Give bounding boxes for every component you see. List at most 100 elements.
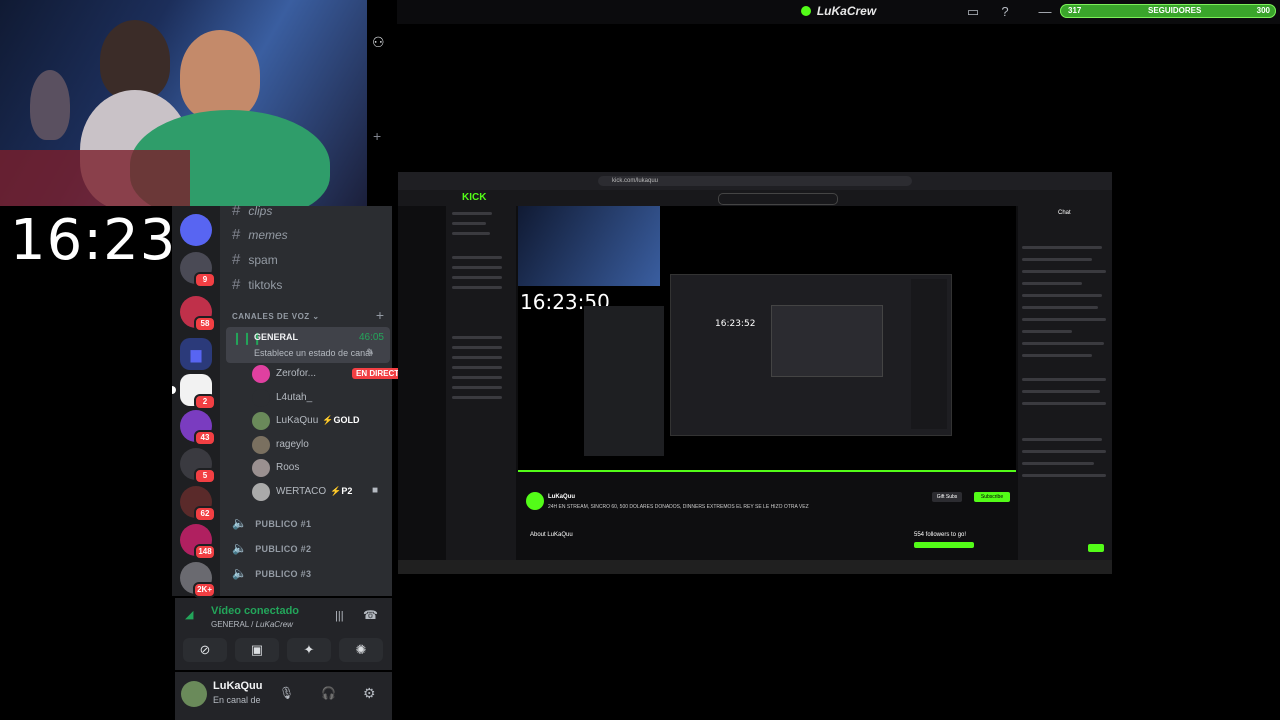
gold-badge: ⚡GOLD (322, 415, 360, 425)
voice-location[interactable]: GENERAL / LuKaCrew (211, 620, 293, 629)
voice-channel-publico-3[interactable]: 🔈 PUBLICO #3 (232, 566, 311, 580)
chat-line (1022, 402, 1106, 405)
soundboard-button[interactable]: ✺ (339, 638, 383, 662)
gift-subs-button[interactable]: Gift Subs (932, 492, 962, 502)
server-badge: 5 (194, 468, 216, 484)
kick-logo: KICK (462, 192, 487, 203)
nested-discord (584, 306, 664, 456)
sidebar-line (452, 396, 502, 399)
sidebar-line (452, 376, 502, 379)
soundboard-icon[interactable]: ||| (335, 610, 344, 622)
sidebar-line (452, 276, 502, 279)
avatar (252, 436, 270, 454)
channel-name: PUBLICO #1 (255, 519, 312, 529)
kick-sidebar (446, 206, 516, 560)
voice-channel-publico-1[interactable]: 🔈 PUBLICO #1 (232, 516, 311, 530)
microphone-icon[interactable]: 🎙 (279, 686, 294, 700)
channel-spam[interactable]: # spam (232, 251, 278, 268)
inbox-icon[interactable]: ▭ (965, 4, 981, 20)
sidebar-line (452, 336, 502, 339)
chat-line (1022, 270, 1106, 273)
user-avatar[interactable] (181, 681, 207, 707)
headphones-icon[interactable]: 🎧 (321, 686, 336, 700)
channel-status[interactable]: Establece un estado de canal (254, 348, 372, 358)
add-channel-icon[interactable]: + (373, 128, 381, 144)
followers-goal-text: 554 followers to go! (914, 532, 967, 538)
about-title: About LuKaQuu (530, 532, 573, 538)
server-icon-9[interactable]: 148 (180, 524, 216, 560)
folder-icon[interactable]: ▆ (180, 338, 212, 370)
kick-logo-icon (800, 6, 811, 16)
user-panel: LuKaQuu En canal de 🎙 🎧 ⚙ (175, 672, 392, 720)
server-icon-7[interactable]: 5 (180, 448, 216, 484)
channel-name: PUBLICO #3 (255, 569, 312, 579)
voice-category-header[interactable]: CANALES DE VOZ ⌄ (232, 312, 320, 321)
server-badge: 62 (194, 506, 216, 522)
voice-location-channel: GENERAL (211, 620, 249, 629)
server-badge: 148 (194, 544, 216, 560)
edit-icon[interactable]: ✎ (366, 347, 374, 358)
server-icon-1[interactable] (180, 214, 212, 246)
kick-header: KICK (398, 190, 1112, 206)
followers-goal: 300 (1256, 6, 1270, 15)
member-name: Zerofor... (276, 368, 317, 379)
chat-line (1022, 246, 1102, 249)
server-badge: 43 (194, 430, 216, 446)
desk-light (0, 150, 190, 206)
activities-button[interactable]: ✦ (287, 638, 331, 662)
add-member-icon[interactable]: ⚇ (372, 34, 385, 51)
member-name: WERTACO (276, 486, 327, 497)
speaker-icon: 🔈 (232, 541, 248, 555)
server-icon-10[interactable]: 2K+ (180, 562, 216, 598)
help-icon[interactable]: ? (997, 4, 1013, 20)
server-icon-6[interactable]: 43 (180, 410, 216, 446)
avatar (252, 459, 270, 477)
sidebar-line (452, 286, 502, 289)
chat-line (1022, 294, 1102, 297)
channel-memes[interactable]: # memes (232, 226, 288, 243)
app-title-text: LuKaCrew (816, 4, 877, 18)
voice-category-label: CANALES DE VOZ (232, 312, 310, 321)
screen-share-view[interactable]: kick.com/lukaquu KICK 16:23:50 16:23:52 … (398, 172, 1112, 574)
voice-status[interactable]: Vídeo conectado (211, 605, 299, 617)
nested-stream-player (771, 305, 883, 377)
server-rail: 9 58 ▆ 2 43 5 62 148 2K+ (172, 206, 220, 598)
subscribe-button[interactable]: Subscribe (974, 492, 1010, 502)
nested-chat (911, 279, 947, 429)
followers-current: 317 (1068, 6, 1082, 15)
channel-name: PUBLICO #2 (255, 544, 312, 554)
chat-line (1022, 474, 1106, 477)
browser-url: kick.com/lukaquu (598, 176, 912, 186)
sidebar-line (452, 386, 502, 389)
streamer-avatar (526, 492, 544, 510)
channel-clips[interactable]: # clips (232, 202, 272, 219)
voice-channel-general[interactable]: ❙❙❙ GENERAL 46:05 Establece un estado de… (226, 327, 390, 363)
channel-tiktoks[interactable]: # tiktoks (232, 276, 282, 293)
chat-line (1022, 390, 1100, 393)
add-voice-channel-icon[interactable]: + (376, 307, 384, 323)
signal-icon: ◢ (185, 609, 194, 621)
disconnect-icon[interactable]: ☎ (363, 608, 378, 622)
server-badge: 2 (194, 394, 216, 410)
chat-line (1022, 330, 1072, 333)
server-icon-5[interactable]: 2 (172, 374, 216, 410)
webcam-feed (0, 0, 367, 206)
general-timer: 46:05 (358, 332, 384, 343)
member-name: Roos (276, 462, 300, 473)
speaker-icon: 🔈 (232, 566, 248, 580)
camera-toggle-button[interactable]: ⊘ (183, 638, 227, 662)
settings-gear-icon[interactable]: ⚙ (363, 685, 376, 702)
chat-line (1022, 318, 1106, 321)
sidebar-line (452, 266, 502, 269)
voice-connection-panel: ◢ Vídeo conectado GENERAL / LuKaCrew |||… (175, 598, 392, 670)
member-name: rageylo (276, 439, 309, 450)
minimize-icon[interactable]: — (1037, 4, 1053, 20)
screen-share-button[interactable]: ▣ (235, 638, 279, 662)
voice-channel-publico-2[interactable]: 🔈 PUBLICO #2 (232, 541, 311, 555)
channel-name: memes (248, 228, 288, 242)
server-icon-8[interactable]: 62 (180, 486, 216, 522)
room-shelf (30, 70, 70, 140)
server-icon-2[interactable]: 9 (180, 252, 216, 288)
server-icon-3[interactable]: 58 (180, 296, 216, 332)
stream-title: 24H EN STREAM, SINCRO 60, 500 DOLARES DO… (548, 504, 809, 510)
